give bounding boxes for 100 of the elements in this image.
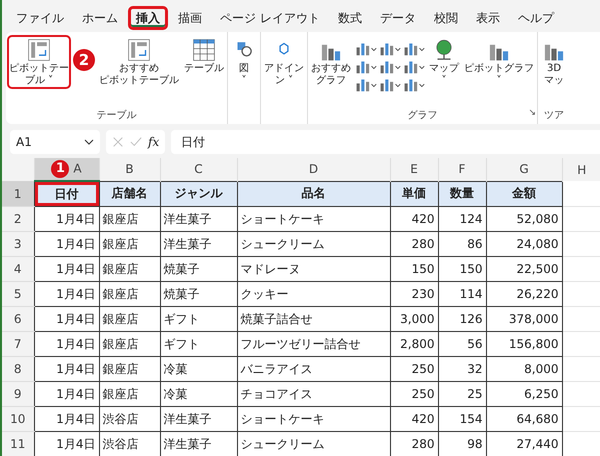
table-cell[interactable]: ショートケーキ (237, 406, 390, 432)
chevron-down-icon[interactable] (84, 139, 94, 145)
table-cell[interactable]: 378,000 (486, 306, 562, 332)
ribbon-button[interactable]: 3D マッ (539, 35, 569, 89)
formula-buttons[interactable]: fx (106, 130, 166, 154)
table-cell[interactable]: 銀座店 (99, 332, 160, 356)
table-cell[interactable]: ギフト (160, 332, 237, 356)
table-cell[interactable]: 銀座店 (99, 356, 160, 382)
ribbon-button[interactable]: ピボットグラフ ˅ (462, 35, 536, 89)
table-cell[interactable]: 114 (438, 282, 486, 306)
table-cell[interactable]: 280 (390, 232, 438, 256)
ribbon-button[interactable]: テーブル (182, 35, 226, 77)
menu-tab[interactable]: ページ レイアウト (212, 6, 328, 30)
menu-tab[interactable]: ファイル (8, 6, 72, 30)
table-cell[interactable]: 1月4日 (34, 356, 99, 382)
table-header-cell[interactable]: 品名 (237, 181, 390, 206)
menu-tab[interactable]: 表示 (468, 6, 508, 30)
chart-icon[interactable] (379, 77, 401, 93)
check-icon[interactable] (130, 136, 142, 148)
column-header[interactable]: E (390, 158, 438, 181)
chart-icon[interactable] (355, 77, 377, 93)
row-header[interactable]: 5 (2, 282, 34, 306)
table-cell[interactable]: ギフト (160, 306, 237, 332)
menu-tab[interactable]: 描画 (170, 6, 210, 30)
table-cell[interactable]: 250 (390, 356, 438, 382)
table-cell[interactable]: 126 (438, 306, 486, 332)
table-cell[interactable]: 焼菓子 (160, 282, 237, 306)
table-cell[interactable]: 124 (438, 206, 486, 232)
ribbon-button[interactable]: ピボットテー ブル ˅ (7, 35, 71, 89)
row-header[interactable]: 2 (2, 206, 34, 232)
column-header[interactable]: F (438, 158, 486, 181)
table-cell[interactable]: 420 (390, 406, 438, 432)
table-cell[interactable]: 洋生菓子 (160, 206, 237, 232)
ribbon-button[interactable]: 図 ˅ (229, 35, 259, 89)
table-cell[interactable]: 銀座店 (99, 232, 160, 256)
chart-icon[interactable] (355, 59, 377, 75)
table-cell[interactable]: 1月4日 (34, 256, 99, 282)
name-box[interactable]: A1 (10, 130, 100, 154)
table-cell[interactable]: 156,800 (486, 332, 562, 356)
table-cell[interactable]: 銀座店 (99, 306, 160, 332)
table-cell[interactable]: 1月4日 (34, 282, 99, 306)
table-cell[interactable]: 52,080 (486, 206, 562, 232)
row-header[interactable]: 3 (2, 232, 34, 256)
table-cell[interactable]: ショートケーキ (237, 206, 390, 232)
chart-icon[interactable] (379, 41, 401, 57)
chart-icon[interactable] (379, 59, 401, 75)
table-header-cell[interactable]: 日付 (34, 181, 99, 206)
chart-icon[interactable] (403, 59, 425, 75)
menu-tab[interactable]: 校閲 (426, 6, 466, 30)
row-header[interactable]: 8 (2, 356, 34, 382)
table-cell[interactable]: 2,800 (390, 332, 438, 356)
table-cell[interactable]: 1月4日 (34, 382, 99, 406)
column-header[interactable]: C (160, 158, 237, 181)
row-header[interactable]: 10 (2, 406, 34, 432)
menu-tab[interactable]: ホーム (74, 6, 126, 30)
table-cell[interactable]: 230 (390, 282, 438, 306)
table-cell[interactable]: 24,080 (486, 232, 562, 256)
ribbon-button[interactable]: アドイン ン ˅ (262, 35, 306, 89)
table-cell[interactable]: 6,250 (486, 382, 562, 406)
table-header-cell[interactable]: 単価 (390, 181, 438, 206)
table-cell[interactable]: 冷菓 (160, 356, 237, 382)
table-cell[interactable]: 銀座店 (99, 206, 160, 232)
column-header[interactable]: H (562, 158, 600, 181)
row-header[interactable]: 1 (2, 181, 34, 206)
chart-icon[interactable] (355, 41, 377, 57)
table-cell[interactable]: 1月4日 (34, 406, 99, 432)
row-header[interactable]: 7 (2, 332, 34, 356)
row-header[interactable]: 9 (2, 382, 34, 406)
dialog-launcher[interactable]: ↘ (528, 108, 536, 118)
column-header[interactable]: 1 A (34, 158, 99, 181)
column-header[interactable]: B (99, 158, 160, 181)
table-cell[interactable]: クッキー (237, 282, 390, 306)
table-cell[interactable]: 焼菓子 (160, 256, 237, 282)
table-cell[interactable]: 1月4日 (34, 232, 99, 256)
table-cell[interactable]: 86 (438, 232, 486, 256)
menu-tab[interactable]: 挿入 (128, 6, 168, 30)
table-cell[interactable]: 焼菓子詰合せ (237, 306, 390, 332)
table-cell[interactable]: 1月4日 (34, 306, 99, 332)
table-cell[interactable]: 銀座店 (99, 282, 160, 306)
table-cell[interactable]: 154 (438, 406, 486, 432)
chart-icon[interactable] (403, 77, 425, 93)
ribbon-button[interactable]: おすすめ ピボットテーブル (97, 35, 181, 89)
row-header[interactable]: 11 (2, 432, 34, 456)
table-cell[interactable]: 420 (390, 206, 438, 232)
table-cell[interactable]: 渋谷店 (99, 406, 160, 432)
column-header[interactable]: D (237, 158, 390, 181)
table-cell[interactable]: 洋生菓子 (160, 232, 237, 256)
table-cell[interactable]: 250 (390, 382, 438, 406)
table-cell[interactable]: 150 (390, 256, 438, 282)
table-cell[interactable]: 銀座店 (99, 382, 160, 406)
table-cell[interactable]: 150 (438, 256, 486, 282)
ribbon-button[interactable]: おすすめ グラフ (309, 35, 353, 89)
table-cell[interactable]: チョコアイス (237, 382, 390, 406)
menu-tab[interactable]: ヘルプ (510, 6, 562, 30)
table-cell[interactable]: 8,000 (486, 356, 562, 382)
table-header-cell[interactable]: 金額 (486, 181, 562, 206)
formula-input[interactable]: 日付 (171, 130, 600, 154)
table-cell[interactable]: 25 (438, 382, 486, 406)
row-header[interactable]: 4 (2, 256, 34, 282)
table-cell[interactable]: バニラアイス (237, 356, 390, 382)
